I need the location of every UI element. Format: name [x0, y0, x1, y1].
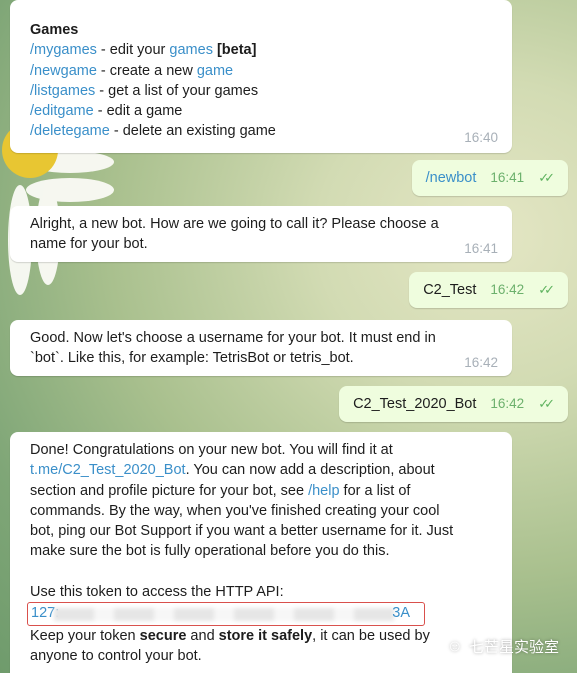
watermark-text: 七芒星实验室 [468, 639, 559, 656]
listgames-link[interactable]: /listgames [30, 83, 95, 99]
message-games-commands: Games /mygames - edit your games [beta] … [10, 0, 512, 153]
game-link[interactable]: game [197, 63, 233, 79]
timestamp: 16:42 [464, 355, 498, 370]
message-alright: Alright, a new bot. How are we going to … [10, 206, 512, 262]
token-redaction [54, 608, 394, 622]
text: Good. Now let's choose a username for yo… [30, 330, 436, 346]
message-newbot: /newbot 16:41 ✓✓ [411, 160, 568, 196]
text: `bot`. Like this, for example: TetrisBot… [30, 350, 354, 367]
text: . You can now add a description, about [185, 462, 435, 479]
api-token-highlight[interactable]: 127: 3A [27, 602, 425, 627]
message-text: C2_Test_2020_Bot [353, 395, 477, 412]
double-check-icon: ✓✓ [538, 281, 555, 297]
bot-link[interactable]: t.me/C2_Test_2020_Bot [30, 462, 186, 478]
text: make sure the bot is fully operational b… [30, 543, 390, 560]
text: - delete an existing game [109, 123, 276, 140]
text: store it safely [218, 628, 313, 645]
games-title: Games [30, 22, 79, 38]
timestamp: 16:41 [490, 169, 525, 185]
mygames-link[interactable]: /mygames [30, 42, 97, 58]
text: - create a new [96, 62, 197, 79]
newbot-command[interactable]: /newbot [426, 168, 477, 188]
text: anyone to control your bot. [30, 648, 202, 665]
text: Done! Congratulations on your new bot. Y… [30, 442, 393, 458]
text: Use this token to access the HTTP API: [30, 583, 284, 600]
newgame-link[interactable]: /newgame [30, 63, 97, 79]
beta-label: [beta] [212, 42, 257, 59]
wechat-icon: ☺ [446, 637, 463, 655]
text: name for your bot. [30, 236, 148, 253]
help-link[interactable]: /help [308, 483, 339, 499]
text: - get a list of your games [95, 82, 259, 99]
text: - edit your [96, 42, 170, 59]
text: - edit a game [93, 103, 183, 120]
message-done-token: Done! Congratulations on your new bot. Y… [10, 432, 512, 673]
deletegame-link[interactable]: /deletegame [30, 123, 110, 139]
text: bot, ping our Bot Support if you want a … [30, 523, 454, 540]
timestamp: 16:42 [490, 395, 525, 411]
games-link[interactable]: games [169, 42, 213, 58]
message-c2-test: C2_Test 16:42 ✓✓ [409, 272, 568, 308]
message-text: C2_Test [423, 281, 477, 298]
text: , it can be used by [312, 628, 430, 645]
text: secure [139, 628, 187, 645]
text: section and profile picture for your bot… [30, 482, 309, 499]
double-check-icon: ✓✓ [538, 169, 555, 185]
watermark: ☺ 七芒星实验室 [447, 636, 559, 657]
timestamp: 16:41 [464, 241, 498, 256]
text: and [186, 628, 219, 645]
text: Keep your token [30, 628, 140, 645]
text: commands. By the way, when you've finish… [30, 502, 440, 519]
double-check-icon: ✓✓ [538, 395, 555, 411]
text: Alright, a new bot. How are we going to … [30, 216, 439, 232]
text: for a list of [339, 482, 411, 499]
token-end: 3A [392, 605, 410, 622]
timestamp: 16:42 [490, 281, 525, 297]
message-good: Good. Now let's choose a username for yo… [10, 320, 512, 376]
editgame-link[interactable]: /editgame [30, 103, 94, 119]
timestamp: 16:40 [464, 130, 498, 145]
message-c2-test-2020-bot: C2_Test_2020_Bot 16:42 ✓✓ [339, 386, 568, 422]
